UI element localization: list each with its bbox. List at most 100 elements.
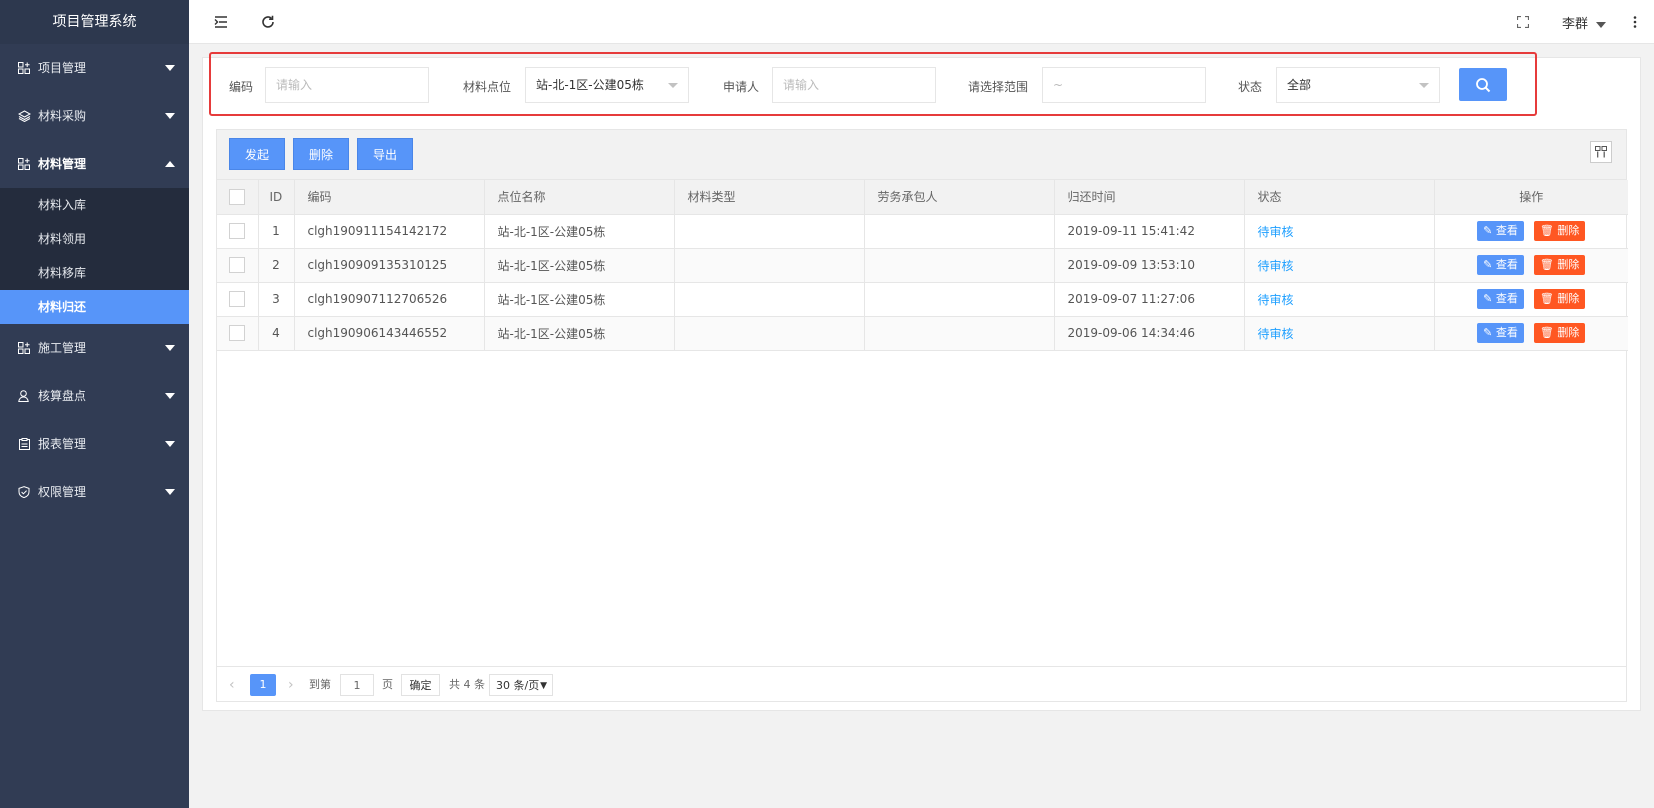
column-filter-icon[interactable] (1590, 141, 1612, 163)
cell-return-time: 2019-09-09 13:53:10 (1054, 248, 1245, 283)
goto-label: 到第 (309, 678, 331, 691)
view-label: 查看 (1495, 326, 1518, 339)
layers-icon (17, 109, 31, 123)
row-delete-button[interactable]: 🗑 删除 (1533, 255, 1586, 275)
cell-type (674, 248, 865, 283)
status-select[interactable]: 全部 (1276, 67, 1440, 103)
view-button[interactable]: ✎ 查看 (1477, 221, 1524, 241)
point-select[interactable]: 站-北-1区-公建05栋 (525, 67, 689, 103)
row-delete-button[interactable]: 🗑 删除 (1533, 221, 1586, 241)
row-checkbox[interactable] (229, 291, 245, 307)
code-input[interactable]: 请输入 (265, 67, 429, 103)
status-link[interactable]: 待审核 (1258, 225, 1294, 239)
cell-status: 待审核 (1244, 282, 1435, 317)
sidebar-subitem-inbound[interactable]: 材料入库 (0, 188, 189, 222)
table-header: ID 编码 点位名称 材料类型 劳务承包人 归还时间 状态 操作 (217, 180, 1628, 215)
grid-plus-icon (17, 341, 31, 355)
cell-actions: ✎ 查看 🗑 删除 (1434, 282, 1628, 317)
view-label: 查看 (1495, 292, 1518, 305)
select-all-checkbox[interactable] (229, 188, 245, 205)
chevron-down-icon (668, 83, 678, 88)
sidebar-item-purchase[interactable]: 材料采购 (0, 92, 189, 140)
cell-type (674, 214, 865, 249)
page-number-current[interactable]: 1 (250, 674, 276, 696)
range-label: 请选择范围 (968, 80, 1029, 94)
cell-contractor (864, 214, 1055, 249)
page-size-value: 30 条/页 (496, 679, 540, 692)
chevron-down-icon (1419, 83, 1429, 88)
sidebar-item-reports[interactable]: 报表管理 (0, 420, 189, 468)
more-vertical-icon[interactable] (1625, 12, 1645, 32)
row-checkbox-cell (217, 282, 259, 317)
cell-id: 3 (258, 282, 295, 317)
sidebar-item-permission[interactable]: 权限管理 (0, 468, 189, 516)
user-name: 李群 (1562, 17, 1589, 32)
prev-page-icon[interactable]: ‹ (229, 674, 235, 696)
cell-code: clgh190906143446552 (294, 316, 485, 351)
next-page-icon[interactable]: › (288, 674, 294, 696)
cell-code: clgh190907112706526 (294, 282, 485, 317)
fullscreen-icon[interactable] (1513, 12, 1533, 32)
status-select-value: 全部 (1287, 78, 1312, 92)
table-row: 4 clgh190906143446552 站-北-1区-公建05栋 2019-… (217, 316, 1628, 351)
applicant-input[interactable]: 请输入 (772, 67, 936, 103)
grid-plus-icon (17, 157, 31, 171)
sidebar-item-material[interactable]: 材料管理 (0, 140, 189, 188)
view-button[interactable]: ✎ 查看 (1477, 323, 1524, 343)
sidebar-item-construction[interactable]: 施工管理 (0, 324, 189, 372)
add-button[interactable]: 发起 (229, 138, 286, 170)
status-link[interactable]: 待审核 (1258, 259, 1294, 273)
goto-page-input[interactable]: 1 (340, 674, 374, 696)
chevron-down-icon (165, 113, 175, 119)
app-title: 项目管理系统 (0, 0, 189, 44)
column-header-id: ID (258, 180, 295, 215)
cell-point: 站-北-1区-公建05栋 (484, 248, 675, 283)
refresh-icon[interactable] (258, 12, 278, 32)
row-checkbox-cell (217, 214, 259, 249)
sidebar-item-label: 材料管理 (38, 157, 87, 171)
page-size-select[interactable]: 30 条/页 ▼ (489, 674, 553, 696)
cell-id: 2 (258, 248, 295, 283)
sidebar-item-label: 材料采购 (38, 109, 87, 123)
row-checkbox[interactable] (229, 325, 245, 341)
cell-actions: ✎ 查看 🗑 删除 (1434, 214, 1628, 249)
table-panel: 发起 删除 导出 ID 编码 点位名称 材料类型 劳务承包人 归还时间 状态 操… (216, 129, 1628, 702)
search-icon (1476, 77, 1491, 92)
column-header-point: 点位名称 (484, 180, 675, 215)
search-button[interactable] (1459, 68, 1507, 101)
pagination: ‹ 1 › 到第 1 页 确定 共 4 条 30 条/页 ▼ (217, 666, 1626, 701)
sidebar-subitem-return[interactable]: 材料归还 (0, 290, 189, 324)
cell-point: 站-北-1区-公建05栋 (484, 214, 675, 249)
status-link[interactable]: 待审核 (1258, 293, 1294, 307)
sidebar-item-project[interactable]: 项目管理 (0, 44, 189, 92)
view-button[interactable]: ✎ 查看 (1477, 289, 1524, 309)
view-button[interactable]: ✎ 查看 (1477, 255, 1524, 275)
status-link[interactable]: 待审核 (1258, 327, 1294, 341)
row-checkbox[interactable] (229, 223, 245, 239)
cell-type (674, 316, 865, 351)
menu-toggle-icon[interactable] (211, 12, 231, 32)
cell-contractor (864, 248, 1055, 283)
shield-icon (17, 485, 31, 499)
goto-confirm-button[interactable]: 确定 (401, 674, 440, 696)
row-checkbox[interactable] (229, 257, 245, 273)
cell-status: 待审核 (1244, 214, 1435, 249)
date-range-input[interactable]: ~ (1042, 67, 1206, 103)
cell-contractor (864, 316, 1055, 351)
sidebar-item-accounting[interactable]: 核算盘点 (0, 372, 189, 420)
chevron-down-icon (165, 393, 175, 399)
sidebar-item-label: 项目管理 (38, 61, 87, 75)
row-delete-button[interactable]: 🗑 删除 (1533, 323, 1586, 343)
row-delete-button[interactable]: 🗑 删除 (1533, 289, 1586, 309)
sidebar-subitem-transfer[interactable]: 材料移库 (0, 256, 189, 290)
edit-icon: ✎ (1483, 292, 1496, 305)
delete-button[interactable]: 删除 (293, 138, 350, 170)
export-button[interactable]: 导出 (357, 138, 414, 170)
status-label: 状态 (1238, 80, 1263, 94)
sidebar-subitem-requisition[interactable]: 材料领用 (0, 222, 189, 256)
view-label: 查看 (1495, 224, 1518, 237)
cell-actions: ✎ 查看 🗑 删除 (1434, 316, 1628, 351)
cell-type (674, 282, 865, 317)
column-header-return-time: 归还时间 (1054, 180, 1245, 215)
user-menu[interactable]: 李群 (1562, 13, 1607, 32)
